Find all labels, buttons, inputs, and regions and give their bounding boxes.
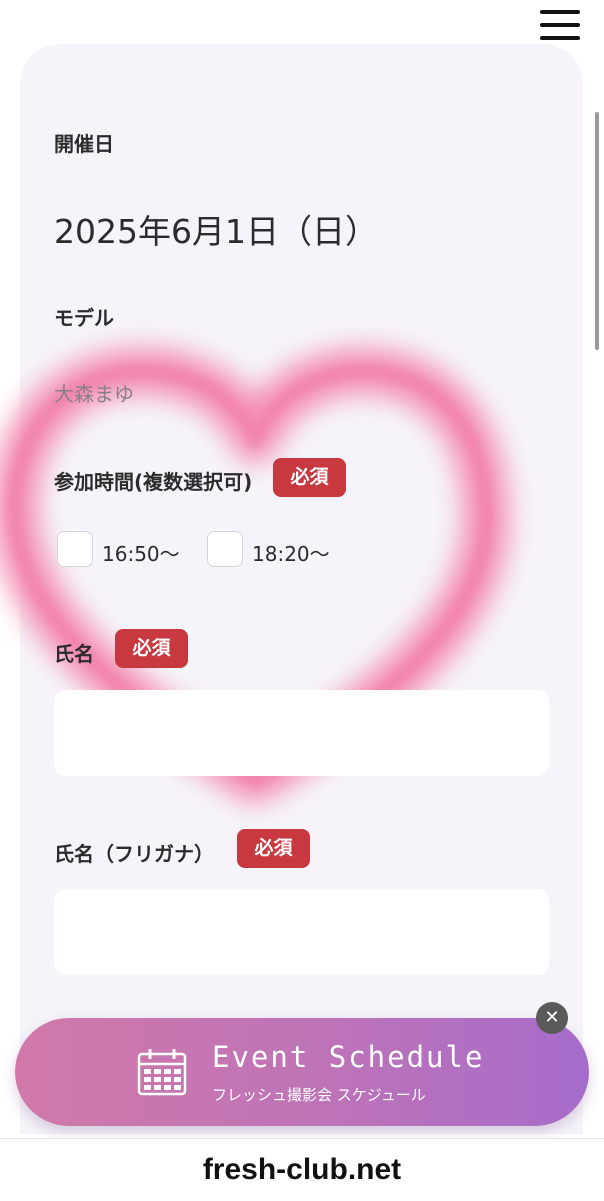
name-label: 氏名 bbox=[54, 642, 94, 666]
time-label: 参加時間(複数選択可) bbox=[54, 470, 253, 494]
date-label: 開催日 bbox=[54, 132, 114, 156]
scrollbar[interactable] bbox=[595, 112, 599, 350]
required-badge: 必須 bbox=[237, 829, 310, 868]
name-input[interactable] bbox=[54, 690, 549, 776]
required-badge: 必須 bbox=[115, 629, 188, 668]
kana-label: 氏名（フリガナ） bbox=[54, 842, 214, 866]
event-schedule-banner[interactable]: Event Schedule フレッシュ撮影会 スケジュール bbox=[15, 1018, 589, 1126]
footer: fresh-club.net bbox=[0, 1138, 604, 1201]
time-option-label: 18:20〜 bbox=[252, 542, 330, 566]
site-name: fresh-club.net bbox=[202, 1153, 402, 1186]
kana-input[interactable] bbox=[54, 889, 549, 975]
time-option-checkbox[interactable] bbox=[207, 531, 243, 567]
close-icon[interactable]: ✕ bbox=[536, 1002, 568, 1034]
date-value: 2025年6月1日（日） bbox=[54, 212, 378, 251]
banner-title: Event Schedule bbox=[212, 1040, 485, 1074]
menu-icon[interactable] bbox=[540, 10, 580, 44]
calendar-icon bbox=[137, 1049, 187, 1096]
time-option-label: 16:50〜 bbox=[102, 542, 180, 566]
required-badge: 必須 bbox=[273, 458, 346, 497]
banner-subtitle: フレッシュ撮影会 スケジュール bbox=[212, 1086, 426, 1104]
model-value: 大森まゆ bbox=[54, 382, 134, 406]
time-option-checkbox[interactable] bbox=[57, 531, 93, 567]
model-label: モデル bbox=[54, 306, 114, 330]
